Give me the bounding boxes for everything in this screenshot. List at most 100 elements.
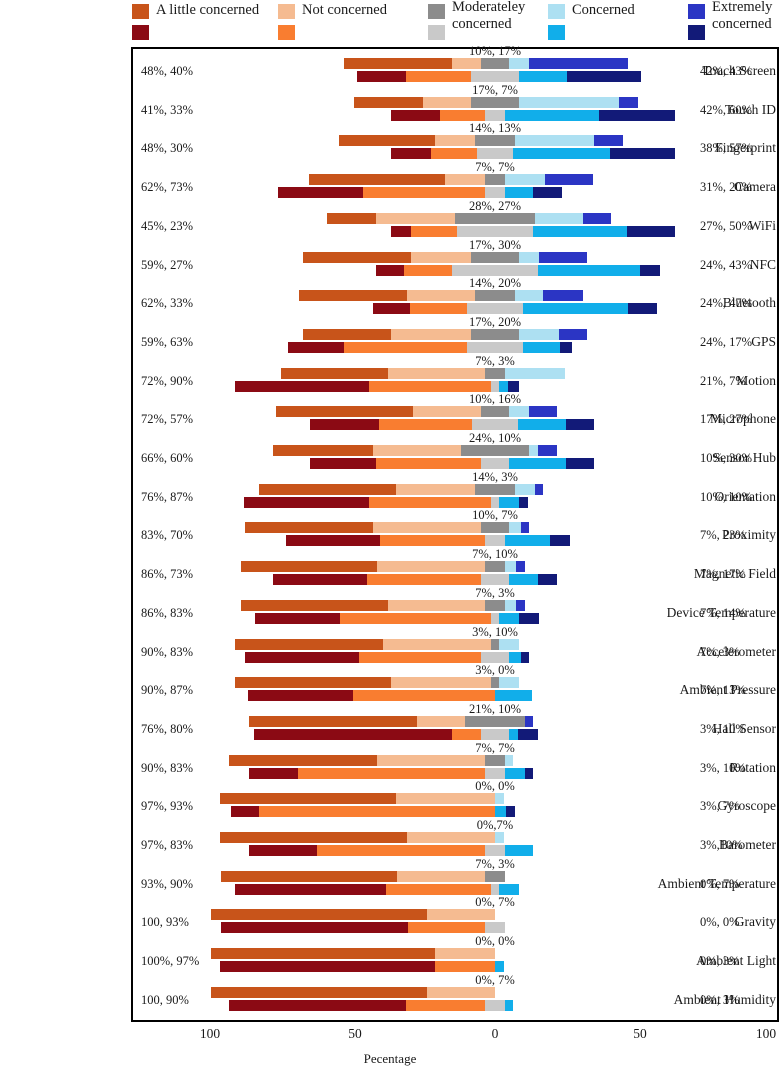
left-value-label: 86%, 83% — [141, 605, 194, 620]
bar-segment — [519, 71, 568, 82]
bar-segment — [480, 458, 510, 469]
center-value-label: 7%, 3% — [475, 585, 515, 600]
x-axis-tick: 50 — [348, 1026, 362, 1041]
bar-segment — [408, 922, 486, 934]
bar-segment — [509, 58, 530, 69]
bar-segment — [534, 483, 544, 495]
bar-segment — [362, 187, 486, 199]
legend-swatch-bottom — [278, 25, 295, 40]
right-value-label: 24%, 17% — [700, 334, 753, 349]
legend-label: Not concerned — [302, 2, 387, 18]
bar-segment — [485, 174, 505, 186]
bar-segment — [565, 458, 595, 469]
bar-segment — [249, 845, 318, 856]
bar-segment — [509, 574, 538, 586]
left-value-label: 90%, 87% — [141, 683, 194, 698]
right-value-label: 10%, 10% — [700, 489, 753, 504]
bar-segment — [230, 806, 260, 818]
bar-series-b — [247, 690, 532, 702]
bar-segment — [287, 341, 345, 353]
bar-segment — [391, 677, 491, 689]
bar-segment — [375, 212, 456, 224]
legend-swatch-bottom — [132, 25, 149, 40]
bar-segment — [499, 496, 520, 508]
center-value-label: 0%, 7% — [475, 895, 515, 910]
bar-segment — [378, 419, 473, 431]
left-value-label: 66%, 60% — [141, 451, 194, 465]
bar-segment — [377, 561, 486, 573]
center-value-label: 7%, 7% — [475, 160, 515, 175]
bar-segment — [517, 728, 538, 740]
bar-segment — [516, 599, 525, 611]
bar-segment — [308, 174, 446, 186]
right-value-label: 3%, 7% — [700, 799, 740, 814]
legend-swatch-bottom — [688, 25, 705, 40]
center-value-label: 3%, 10% — [472, 624, 518, 639]
bar-segment — [476, 148, 514, 160]
center-value-label: 24%, 10% — [468, 431, 522, 445]
right-value-label: 24%, 43% — [700, 257, 753, 272]
bar-segment — [490, 677, 500, 689]
bar-series-b — [219, 961, 504, 973]
bar-segment — [452, 728, 481, 740]
bar-series-b — [310, 458, 595, 469]
bar-segment — [406, 832, 495, 843]
bar-segment — [470, 71, 520, 82]
bar-segment — [494, 793, 504, 805]
bar-series-b — [249, 767, 534, 779]
bar-segment — [310, 419, 379, 431]
bar-segment — [368, 380, 491, 392]
bar-segment — [598, 109, 676, 121]
bar-series-a — [245, 522, 530, 534]
bar-segment — [494, 961, 504, 973]
bar-segment — [537, 445, 558, 456]
center-value-label: 17%, 20% — [468, 314, 522, 329]
bar-series-b — [391, 225, 676, 237]
bar-segment — [435, 135, 476, 147]
bar-segment — [372, 445, 461, 456]
center-value-label: 0%, 0% — [475, 934, 515, 949]
bar-segment — [494, 690, 532, 702]
bar-segment — [273, 574, 368, 586]
right-value-label: 7%, 17% — [700, 567, 746, 582]
bar-segment — [506, 806, 515, 818]
bar-segment — [372, 303, 410, 315]
bar-segment — [524, 767, 534, 779]
bar-series-a — [240, 599, 525, 611]
bar-series-b — [277, 187, 562, 199]
bar-segment — [485, 754, 505, 766]
bar-segment — [529, 58, 629, 69]
bar-series-a — [211, 948, 495, 960]
bar-segment — [273, 445, 373, 456]
bar-segment — [426, 986, 495, 998]
right-value-label: 42%, 43% — [700, 64, 753, 78]
bar-segment — [416, 715, 466, 727]
bar-segment — [480, 651, 510, 663]
bar-segment — [280, 367, 389, 379]
bar-segment — [499, 380, 508, 392]
bar-segment — [243, 496, 369, 508]
left-value-label: 62%, 73% — [141, 180, 194, 195]
bar-segment — [277, 187, 363, 199]
bar-segment — [485, 767, 505, 779]
bar-segment — [524, 715, 534, 727]
bar-series-a — [280, 367, 565, 379]
right-value-label: 0%, 0% — [700, 915, 740, 930]
bar-segment — [519, 96, 619, 108]
legend-swatch-top — [428, 4, 445, 19]
center-value-label: 0%, 7% — [475, 972, 515, 987]
bar-segment — [395, 483, 476, 495]
bar-series-b — [357, 71, 642, 82]
bar-series-a — [219, 793, 504, 805]
bar-series-a — [211, 986, 495, 998]
bar-segment — [405, 71, 471, 82]
bar-segment — [344, 341, 467, 353]
bar-series-a — [273, 445, 558, 456]
bar-segment — [340, 612, 491, 624]
left-value-label: 72%, 57% — [141, 412, 194, 427]
left-value-label: 97%, 93% — [141, 799, 194, 814]
bar-segment — [317, 845, 486, 856]
left-value-label: 93%, 90% — [141, 876, 194, 891]
center-value-label: 10%, 16% — [468, 392, 522, 407]
bar-segment — [537, 574, 558, 586]
